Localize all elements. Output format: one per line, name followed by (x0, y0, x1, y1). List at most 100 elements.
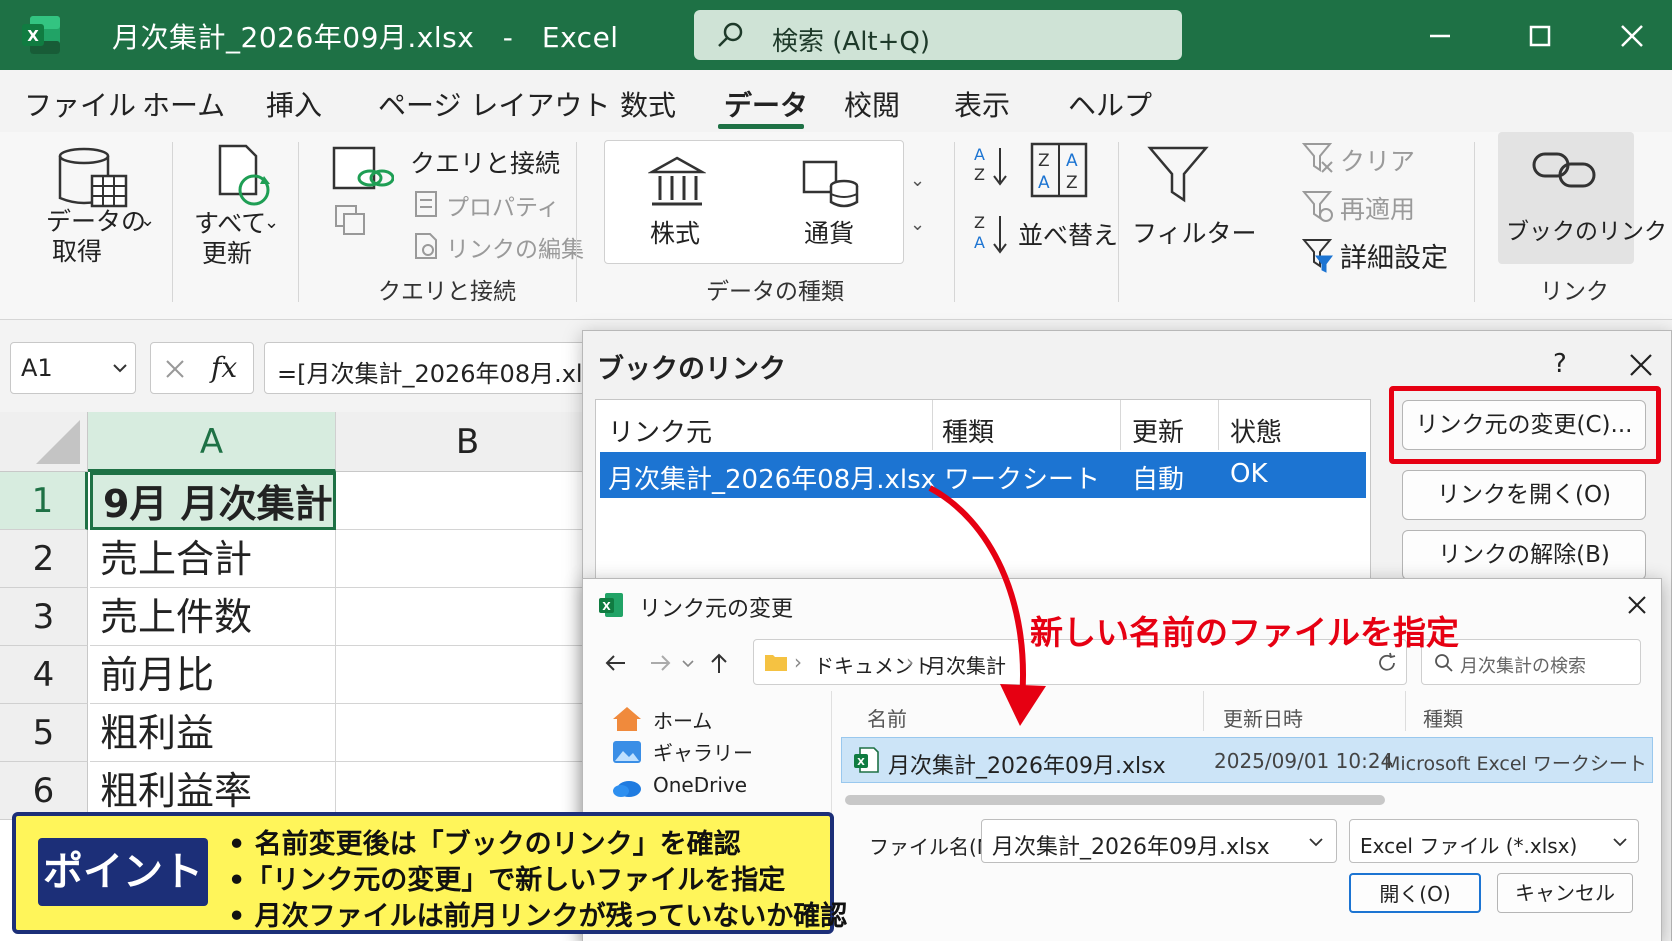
cell-b2[interactable] (336, 530, 600, 588)
history-chevron-icon[interactable] (681, 657, 695, 671)
queries-connections-label[interactable]: クエリと接続 (410, 144, 560, 180)
get-data-label-2[interactable]: 取得 (52, 232, 102, 268)
filename-input[interactable]: 月次集計_2026年09月.xlsx (981, 819, 1337, 863)
forward-arrow-icon[interactable] (649, 651, 673, 675)
sort-ascending-icon[interactable]: AZ (972, 142, 1012, 192)
cell-a1[interactable]: 9月 月次集計 (90, 472, 336, 530)
properties-label[interactable]: プロパティ (446, 188, 560, 222)
tab-data[interactable]: データ (724, 84, 808, 124)
row-header[interactable]: 4 (0, 646, 88, 704)
sort-label[interactable]: 並べ替え (1018, 216, 1118, 252)
chevron-down-icon[interactable] (1612, 836, 1628, 848)
nav-item-gallery[interactable]: ギャラリー (611, 737, 753, 767)
close-icon[interactable] (1625, 593, 1649, 617)
refresh-icon[interactable] (1376, 652, 1398, 674)
row-header[interactable]: 5 (0, 704, 88, 762)
chevron-down-icon[interactable] (111, 361, 129, 375)
cancel-formula-icon[interactable] (163, 357, 187, 381)
tab-page-layout[interactable]: ページ レイアウト (378, 84, 610, 124)
select-all-corner[interactable] (0, 412, 88, 472)
tab-home[interactable]: ホーム (142, 84, 225, 124)
filter-label[interactable]: フィルター (1132, 214, 1257, 250)
svg-text:X: X (27, 27, 39, 45)
navigation-pane: ホーム ギャラリー OneDrive (583, 691, 821, 819)
link-row-selected[interactable]: 月次集計_2026年08月.xlsx ワークシート 自動 OK (600, 452, 1366, 498)
edit-links-icon (415, 233, 437, 259)
group-label-queries: クエリと接続 (378, 279, 516, 305)
column-header-status[interactable]: 状態 (1230, 412, 1282, 449)
name-box[interactable]: A1 (10, 342, 136, 394)
formula-input[interactable]: =[月次集計_2026年08月.xlsx (264, 342, 594, 394)
breadcrumb-folder[interactable]: 月次集計 (926, 650, 1006, 679)
breadcrumb-documents[interactable]: ドキュメント (814, 650, 934, 679)
maximize-icon[interactable] (1520, 16, 1560, 56)
edit-links-label[interactable]: リンクの編集 (446, 230, 584, 264)
file-row-selected[interactable]: X 月次集計_2026年09月.xlsx 2025/09/01 10:24 Mi… (841, 737, 1653, 783)
break-link-button[interactable]: リンクの解除(B) (1402, 530, 1646, 580)
back-arrow-icon[interactable] (603, 651, 627, 675)
column-header-filetype[interactable]: 種類 (1423, 703, 1463, 732)
clear-label[interactable]: クリア (1340, 142, 1415, 178)
close-icon[interactable] (1612, 16, 1652, 56)
column-header-modified[interactable]: 更新日時 (1223, 703, 1303, 732)
cell-a2[interactable]: 売上合計 (90, 530, 336, 588)
horizontal-scrollbar[interactable] (845, 795, 1385, 805)
insert-function-button[interactable]: fx (211, 351, 237, 384)
tab-formulas[interactable]: 数式 (620, 84, 676, 124)
row-header[interactable]: 2 (0, 530, 88, 588)
search-box[interactable]: 検索 (Alt+Q) (694, 10, 1182, 60)
excel-logo-icon: X (22, 16, 60, 54)
stocks-label[interactable]: 株式 (650, 214, 700, 250)
ribbon-separator (172, 142, 173, 302)
file-name: 月次集計_2026年09月.xlsx (888, 754, 1166, 779)
tab-review[interactable]: 校閲 (844, 84, 900, 124)
column-header-update[interactable]: 更新 (1132, 412, 1184, 449)
refresh-all-label-2[interactable]: 更新 (202, 234, 252, 270)
cell-a3[interactable]: 売上件数 (90, 588, 336, 646)
tab-help[interactable]: ヘルプ (1068, 84, 1152, 124)
minimize-icon[interactable] (1420, 16, 1460, 56)
sort-descending-icon[interactable]: ZA (972, 210, 1012, 260)
gallery-expand-icon[interactable]: ⌄ (910, 214, 925, 235)
up-arrow-icon[interactable] (707, 651, 731, 675)
ribbon-separator (1474, 142, 1475, 302)
svg-text:A: A (974, 145, 985, 164)
open-link-button[interactable]: リンクを開く(O) (1402, 470, 1646, 520)
row-header[interactable]: 3 (0, 588, 88, 646)
column-header-type[interactable]: 種類 (942, 412, 994, 449)
reapply-label[interactable]: 再適用 (1340, 190, 1415, 226)
get-data-chevron-icon[interactable]: ⌄ (140, 210, 155, 231)
chevron-down-icon[interactable] (1308, 836, 1324, 848)
tab-insert[interactable]: 挿入 (266, 84, 322, 124)
nav-item-home[interactable]: ホーム (611, 705, 712, 735)
row-header[interactable]: 1 (0, 472, 88, 530)
excel-file-icon: X (599, 593, 623, 617)
group-label-links: リンク (1540, 279, 1609, 305)
currency-label[interactable]: 通貨 (804, 214, 854, 250)
filetype-select[interactable]: Excel ファイル (*.xlsx) (1349, 819, 1639, 863)
cell-a4[interactable]: 前月比 (90, 646, 336, 704)
breadcrumb-separator: › (906, 650, 914, 674)
dialog-title: ブックのリンク (597, 354, 786, 385)
help-button[interactable]: ? (1553, 349, 1567, 379)
search-icon (1435, 654, 1453, 672)
column-header-source[interactable]: リンク元 (608, 412, 712, 449)
header-divider (1120, 400, 1121, 450)
nav-item-onedrive[interactable]: OneDrive (611, 773, 747, 803)
tab-view[interactable]: 表示 (954, 84, 1010, 124)
cell-a5[interactable]: 粗利益 (90, 704, 336, 762)
open-button[interactable]: 開く(O) (1349, 873, 1481, 913)
refresh-chevron-icon[interactable]: ⌄ (264, 212, 279, 233)
gallery-up-icon[interactable]: ⌄ (910, 170, 925, 191)
close-icon[interactable] (1627, 351, 1655, 379)
cell-b3[interactable] (336, 588, 600, 646)
cell-b4[interactable] (336, 646, 600, 704)
column-header-b[interactable]: B (336, 412, 600, 472)
advanced-label[interactable]: 詳細設定 (1340, 236, 1448, 275)
cancel-button[interactable]: キャンセル (1497, 873, 1633, 913)
cell-b1[interactable] (336, 472, 600, 530)
column-header-a[interactable]: A (88, 412, 336, 472)
cell-b5[interactable] (336, 704, 600, 762)
column-header-name[interactable]: 名前 (867, 703, 907, 732)
tab-file[interactable]: ファイル (24, 84, 136, 124)
